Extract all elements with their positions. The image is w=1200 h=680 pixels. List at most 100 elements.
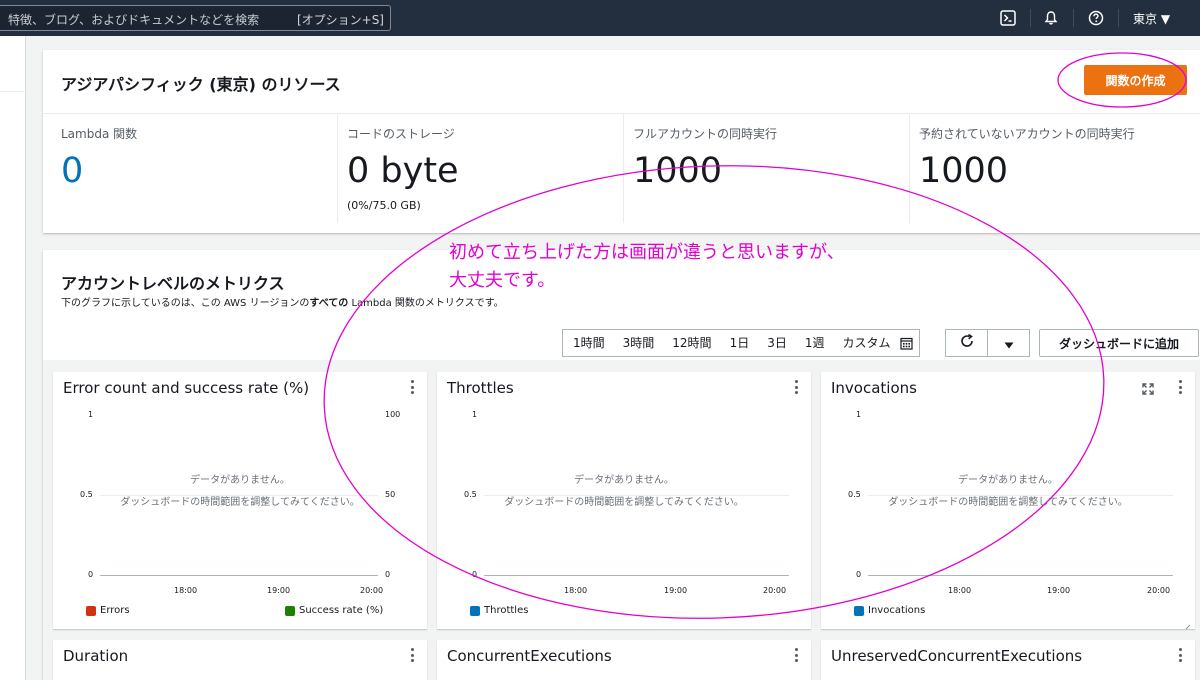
region-selector[interactable]: 東京 ▼ (1133, 10, 1170, 27)
more-options-icon[interactable] (410, 648, 414, 662)
metrics-description: 下のグラフに示しているのは、この AWS リージョンのすべての Lambda 関… (61, 294, 504, 309)
expand-icon[interactable] (1142, 380, 1154, 399)
y-tick-label: 0 (856, 570, 862, 579)
range-1w[interactable]: 1週 (796, 329, 834, 357)
x-tick-label: 18:00 (948, 586, 972, 595)
chart-concurrent-executions: ConcurrentExecutions (437, 640, 811, 680)
y-tick-label: 1 (472, 410, 478, 419)
stat-value[interactable]: 0 (61, 151, 83, 191)
x-tick-label: 20:00 (360, 586, 384, 595)
help-icon[interactable] (1086, 8, 1106, 28)
legend-label: Invocations (868, 605, 926, 616)
legend-swatch (854, 605, 864, 616)
search-shortcut: [オプション+S] (296, 13, 384, 27)
chart-title: UnreservedConcurrentExecutions (831, 647, 1083, 665)
legend-swatch (285, 605, 295, 616)
stat-label: フルアカウントの同時実行 (633, 127, 778, 141)
divider (909, 113, 910, 223)
resources-panel: アジアパシフィック (東京) のリソース 関数の作成 Lambda 関数 0 コ… (43, 50, 1200, 233)
x-axis-line (100, 575, 378, 576)
stat-full-concurrency: フルアカウントの同時実行 1000 (633, 113, 903, 223)
stat-label: 予約されていないアカウントの同時実行 (919, 127, 1135, 141)
resize-handle-icon[interactable] (1181, 618, 1191, 629)
no-data-message: データがありません。 (190, 475, 290, 486)
refresh-button[interactable] (945, 329, 988, 357)
x-tick-label: 19:00 (664, 586, 688, 595)
resources-title: アジアパシフィック (東京) のリソース (61, 75, 341, 94)
y2-tick-label: 0 (385, 570, 391, 579)
cloudshell-icon[interactable] (998, 8, 1018, 28)
chart-title: Duration (63, 647, 129, 665)
search-input[interactable]: 特徴、ブログ、およびドキュメントなどを検索 [オプション+S] (0, 5, 391, 31)
desc-text: Lambda 関数のメトリクスです。 (348, 298, 504, 309)
x-tick-label: 20:00 (763, 586, 787, 595)
nav-divider (1118, 9, 1119, 27)
legend-swatch (86, 605, 96, 616)
more-options-icon[interactable] (794, 648, 798, 662)
legend-item-throttles[interactable]: Throttles (470, 605, 528, 616)
legend-item-success-rate[interactable]: Success rate (%) (285, 605, 383, 616)
refresh-options-dropdown[interactable] (987, 329, 1030, 357)
range-3d[interactable]: 3日 (758, 329, 796, 357)
no-data-hint: ダッシュボードの時間範囲を調整してみてください。 (120, 497, 360, 508)
range-12h[interactable]: 12時間 (663, 329, 720, 357)
legend-item-errors[interactable]: Errors (86, 605, 130, 616)
chart-title: Throttles (447, 379, 514, 397)
nav-divider (1073, 9, 1074, 27)
no-data-hint: ダッシュボードの時間範囲を調整してみてください。 (504, 497, 744, 508)
x-tick-label: 18:00 (564, 586, 588, 595)
more-options-icon[interactable] (1178, 380, 1182, 394)
y-tick-label: 0 (88, 570, 94, 579)
add-to-dashboard-button[interactable]: ダッシュボードに追加 (1039, 329, 1199, 357)
chart-unreserved-concurrent-executions: UnreservedConcurrentExecutions (821, 640, 1195, 680)
x-tick-label: 18:00 (174, 586, 198, 595)
y-tick-label: 0 (472, 570, 478, 579)
y-tick-label: 1 (856, 410, 862, 419)
stat-lambda-functions: Lambda 関数 0 (61, 113, 331, 223)
chart-invocations: Invocations 1 0.5 0 18:00 19:00 20:00 デー… (821, 372, 1195, 629)
x-tick-label: 20:00 (1147, 586, 1171, 595)
chart-title: Invocations (831, 379, 917, 397)
stat-value: 0 byte (347, 151, 459, 191)
annotation-text: 初めて立ち上げた方は画面が違うと思いますが、 (449, 242, 845, 263)
no-data-message: データがありません。 (958, 475, 1058, 486)
range-1h[interactable]: 1時間 (563, 329, 614, 357)
desc-bold: すべての (309, 298, 349, 309)
side-navigation-collapsed[interactable] (0, 36, 26, 680)
range-3h[interactable]: 3時間 (614, 329, 664, 357)
chart-duration: Duration (53, 640, 427, 680)
more-options-icon[interactable] (794, 380, 798, 394)
bell-icon[interactable] (1041, 8, 1061, 28)
create-function-button[interactable]: 関数の作成 (1084, 65, 1187, 95)
metrics-title: アカウントレベルのメトリクス (61, 274, 285, 293)
range-1d[interactable]: 1日 (721, 329, 759, 357)
legend-label: Errors (100, 605, 130, 616)
legend-label: Success rate (%) (299, 605, 384, 616)
divider (337, 113, 338, 223)
more-options-icon[interactable] (410, 380, 414, 394)
nav-divider (1030, 9, 1031, 27)
stat-subvalue: (0%/75.0 GB) (347, 199, 421, 212)
chart-error-success-rate: Error count and success rate (%) 1 0.5 0… (53, 372, 427, 629)
calendar-icon[interactable] (899, 337, 913, 350)
chart-throttles: Throttles 1 0.5 0 18:00 19:00 20:00 データが… (437, 372, 811, 629)
no-data-hint: ダッシュボードの時間範囲を調整してみてください。 (888, 497, 1128, 508)
divider (623, 113, 624, 223)
stat-value: 1000 (919, 151, 1009, 191)
x-tick-label: 19:00 (1047, 586, 1071, 595)
x-tick-label: 19:00 (267, 586, 291, 595)
more-options-icon[interactable] (1178, 648, 1182, 662)
top-navigation: 特徴、ブログ、およびドキュメントなどを検索 [オプション+S] 東京 ▼ (0, 0, 1200, 36)
y2-tick-label: 100 (385, 410, 401, 419)
y-tick-label: 1 (88, 410, 94, 419)
range-custom[interactable]: カスタム (833, 329, 899, 357)
chart-title: Error count and success rate (%) (63, 379, 310, 397)
x-axis-line (484, 575, 789, 576)
legend-swatch (470, 605, 480, 616)
desc-text: 下のグラフに示しているのは、この AWS リージョンの (61, 298, 310, 309)
caret-down-icon (1004, 334, 1014, 353)
stat-value: 1000 (633, 151, 723, 191)
legend-item-invocations[interactable]: Invocations (854, 605, 925, 616)
no-data-message: データがありません。 (574, 475, 674, 486)
stat-unreserved-concurrency: 予約されていないアカウントの同時実行 1000 (919, 113, 1199, 223)
